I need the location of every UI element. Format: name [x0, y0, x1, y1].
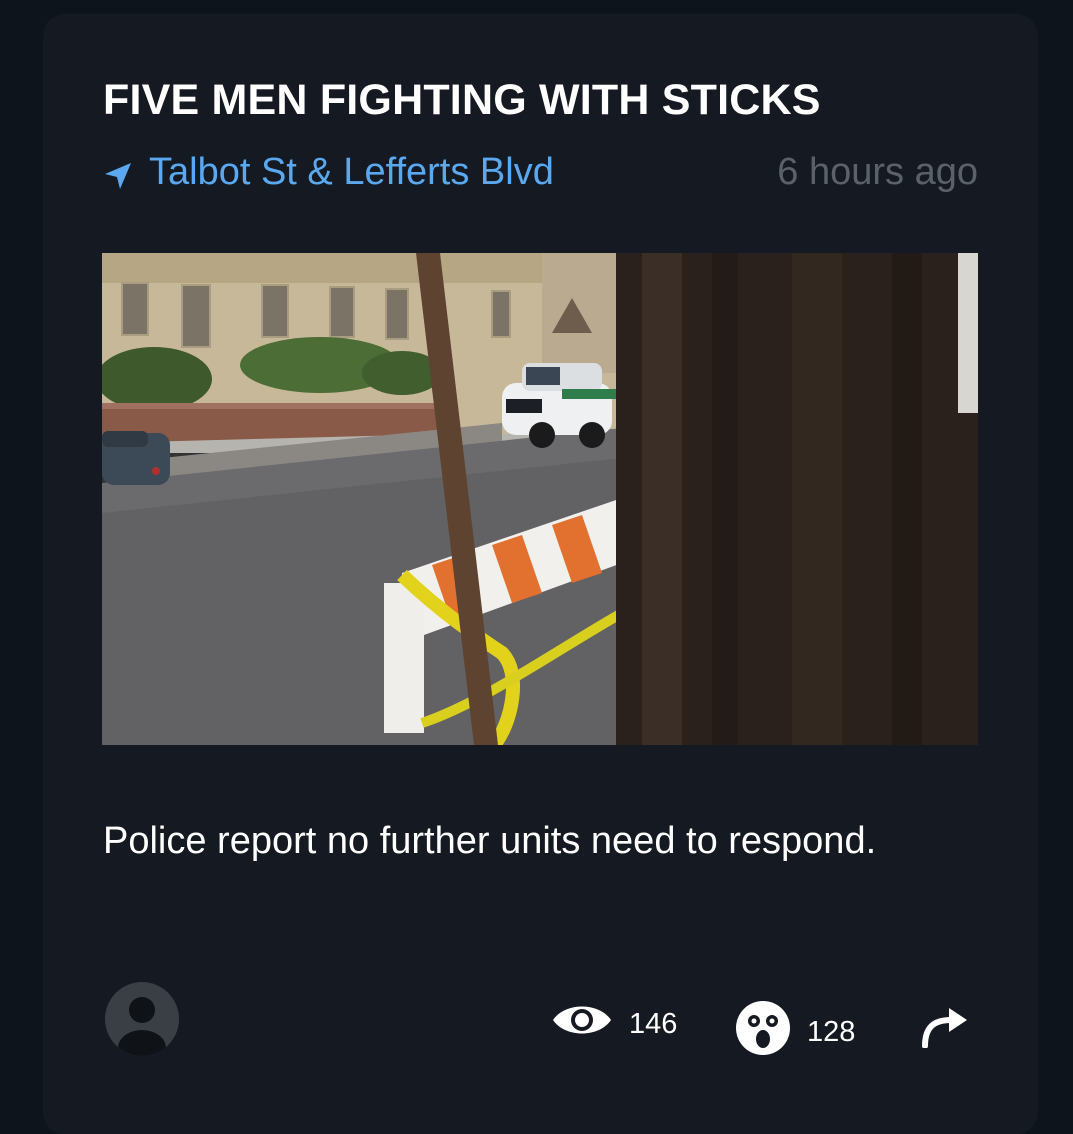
incident-photo[interactable] — [102, 253, 978, 745]
timestamp: 6 hours ago — [777, 151, 978, 193]
reactions-stat[interactable]: 128 — [735, 1000, 855, 1064]
eye-icon — [551, 1000, 613, 1048]
shocked-face-icon — [735, 1000, 791, 1064]
views-count: 146 — [629, 1007, 678, 1040]
incident-title: FIVE MEN FIGHTING WITH STICKS — [103, 76, 821, 124]
location-arrow-icon — [103, 158, 133, 189]
location-text: Talbot St & Lefferts Blvd — [149, 151, 554, 193]
card-footer: 146 128 — [105, 982, 980, 1062]
incident-card[interactable]: FIVE MEN FIGHTING WITH STICKS Talbot St … — [43, 14, 1038, 1134]
views-stat: 146 — [551, 1000, 677, 1048]
user-avatar[interactable] — [105, 982, 179, 1056]
share-button[interactable] — [917, 1002, 969, 1049]
incident-meta: Talbot St & Lefferts Blvd 6 hours ago — [103, 151, 978, 201]
location-link[interactable]: Talbot St & Lefferts Blvd — [103, 151, 554, 194]
incident-description: Police report no further units need to r… — [103, 820, 877, 862]
reactions-count: 128 — [807, 1015, 856, 1048]
share-arrow-icon — [917, 1008, 969, 1052]
